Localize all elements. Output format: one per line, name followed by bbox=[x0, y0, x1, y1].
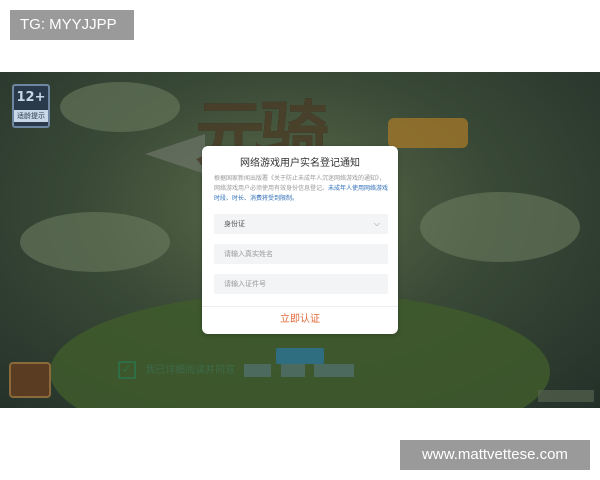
user-agreement-link[interactable] bbox=[244, 364, 272, 377]
agreement-row: ✓ 我已详细阅读并同意 bbox=[118, 360, 498, 382]
agree-checkbox-icon[interactable]: ✓ bbox=[118, 361, 136, 379]
id-number-input[interactable] bbox=[214, 274, 388, 294]
agreement-text: 我已详细阅读并同意 bbox=[145, 365, 236, 376]
age-rating-badge: 12+ 适龄提示 bbox=[12, 84, 50, 128]
cloud-shape bbox=[20, 212, 170, 272]
dialog-title: 网络游戏用户实名登记通知 bbox=[240, 158, 360, 169]
realname-dialog: 网络游戏用户实名登记通知 根据国家新闻出版署《关于防止未成年人沉迷网络游戏的通知… bbox=[202, 146, 398, 334]
verify-now-button[interactable]: 立即认证 bbox=[202, 308, 398, 332]
age-rating-number: 12+ bbox=[16, 90, 46, 105]
age-rating-label: 适龄提示 bbox=[14, 110, 48, 122]
cloud-shape bbox=[420, 192, 580, 262]
dialog-divider bbox=[202, 306, 398, 307]
publisher-logo bbox=[538, 390, 594, 402]
real-name-input[interactable] bbox=[214, 244, 388, 264]
settings-button[interactable] bbox=[9, 362, 51, 398]
watermark-bottom: www.mattvettese.com bbox=[400, 440, 590, 470]
watermark-top: TG: MYYJJPP bbox=[10, 10, 134, 40]
child-privacy-link[interactable] bbox=[313, 364, 354, 377]
privacy-policy-link[interactable] bbox=[280, 364, 305, 377]
id-type-select[interactable]: 身份证 ⌵ bbox=[214, 214, 388, 234]
cloud-shape bbox=[60, 82, 180, 132]
chevron-down-icon: ⌵ bbox=[373, 219, 380, 228]
dialog-body: 根据国家新闻出版署《关于防止未成年人沉迷网络游戏的通知》，网络游戏用户必须使用有… bbox=[214, 174, 390, 204]
id-type-value: 身份证 bbox=[224, 220, 245, 228]
